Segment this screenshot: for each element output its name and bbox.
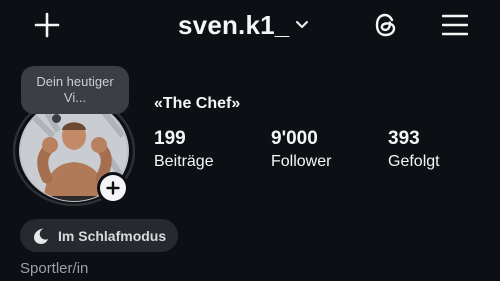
moon-icon [34,228,48,244]
stat-posts-label: Beiträge [154,153,214,170]
add-story-badge [100,175,126,201]
chevron-down-icon [296,21,309,28]
stat-following-count: 393 [388,128,420,149]
profile-display-name: «The Chef» [154,95,241,112]
stat-posts-count: 199 [154,128,186,149]
stat-posts[interactable]: 199 Beiträge [154,128,214,173]
stat-followers[interactable]: 9'000 Follower [271,128,331,173]
username: sven.k1_ [178,9,290,40]
plus-icon [106,181,120,195]
note-bubble-tail [52,114,61,123]
stat-following-label: Gefolgt [388,153,440,170]
stat-followers-label: Follower [271,153,332,170]
status-chip[interactable]: Im Schlafmodus [20,219,179,252]
stat-following[interactable]: 393 Gefolgt [388,128,440,173]
profile-category: Sportler/in [20,260,89,277]
threads-icon [375,13,396,37]
create-button[interactable] [30,8,64,42]
stat-followers-count: 9'000 [271,128,318,149]
threads-button[interactable] [369,8,403,42]
hamburger-menu-icon [442,14,468,36]
menu-button[interactable] [438,8,472,42]
plus-icon [34,12,60,38]
note-bubble[interactable]: Dein heutiger Vi... [21,66,129,114]
status-label: Im Schlafmodus [58,227,167,244]
add-story-button[interactable] [97,172,129,204]
account-switcher[interactable]: sven.k1_ [178,9,309,41]
top-bar: sven.k1_ [0,0,500,52]
